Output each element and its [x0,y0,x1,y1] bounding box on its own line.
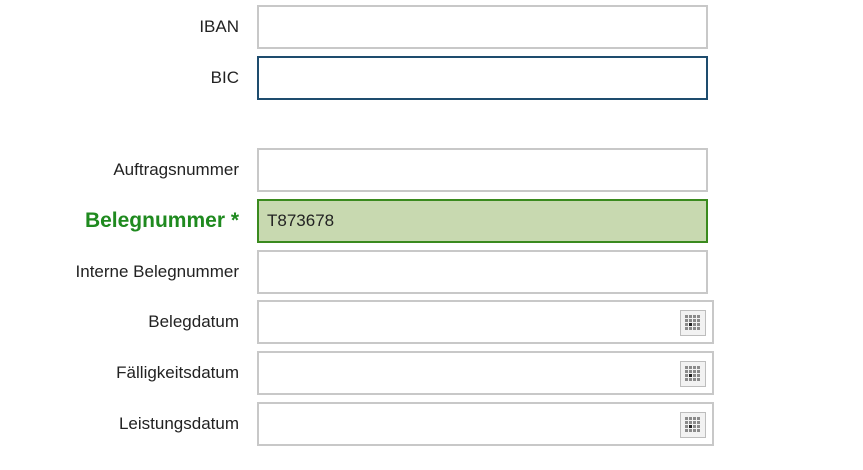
calendar-icon [685,366,700,381]
auftragsnummer-input[interactable] [259,150,706,190]
leistungsdatum-date-picker-button[interactable] [680,412,706,438]
belegdatum-row: Belegdatum [0,300,863,344]
calendar-icon [685,417,700,432]
iban-input[interactable] [259,7,706,47]
calendar-icon [685,315,700,330]
interne-belegnummer-label: Interne Belegnummer [75,262,239,281]
iban-field-wrapper [257,5,708,49]
bic-input[interactable] [259,58,706,98]
leistungsdatum-field-wrapper [257,402,714,446]
interne-belegnummer-field-wrapper [257,250,708,294]
belegnummer-input[interactable] [259,201,706,241]
belegdatum-label: Belegdatum [148,312,239,331]
faelligkeitsdatum-field-wrapper [257,351,714,395]
faelligkeitsdatum-date-picker-button[interactable] [680,361,706,387]
belegnummer-field-wrapper [257,199,708,243]
belegdatum-field-wrapper [257,300,714,344]
leistungsdatum-input[interactable] [259,404,669,444]
iban-row: IBAN [0,5,863,49]
faelligkeitsdatum-label: Fälligkeitsdatum [116,363,239,382]
interne-belegnummer-row: Interne Belegnummer [0,250,863,294]
auftragsnummer-row: Auftragsnummer [0,148,863,192]
faelligkeitsdatum-row: Fälligkeitsdatum [0,351,863,395]
bic-row: BIC [0,56,863,100]
interne-belegnummer-input[interactable] [259,252,706,292]
belegnummer-label: Belegnummer * [84,209,239,232]
bic-label: BIC [210,68,239,87]
auftragsnummer-label: Auftragsnummer [113,160,239,179]
faelligkeitsdatum-input[interactable] [259,353,669,393]
bic-field-wrapper [257,56,708,100]
auftragsnummer-field-wrapper [257,148,708,192]
belegdatum-input[interactable] [259,302,669,342]
iban-label: IBAN [199,17,239,36]
leistungsdatum-row: Leistungsdatum [0,402,863,446]
belegdatum-date-picker-button[interactable] [680,310,706,336]
leistungsdatum-label: Leistungsdatum [118,414,239,433]
belegnummer-row: Belegnummer * [0,199,863,243]
